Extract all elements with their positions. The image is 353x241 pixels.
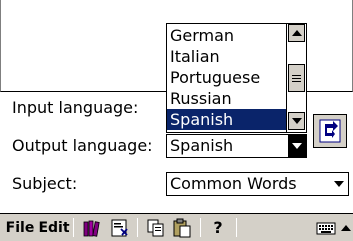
list-scrollbar[interactable] xyxy=(286,24,306,132)
books-button[interactable] xyxy=(80,214,104,241)
up-arrow-icon xyxy=(341,224,351,231)
books-icon xyxy=(83,220,100,237)
swap-languages-button[interactable] xyxy=(313,114,347,148)
help-button[interactable]: ? xyxy=(206,214,230,241)
file-menu[interactable]: File xyxy=(4,214,36,241)
subject-select[interactable]: Common Words xyxy=(166,172,349,196)
input-language-dropdown-list[interactable]: German Italian Portuguese Russian Spanis… xyxy=(166,23,307,133)
keyboard-icon xyxy=(316,222,336,234)
input-panel-toggle[interactable] xyxy=(340,214,352,241)
output-language-label: Output language: xyxy=(12,136,153,155)
keyboard-button[interactable] xyxy=(314,214,338,241)
output-language-value: Spanish xyxy=(170,136,234,155)
chevron-down-icon[interactable] xyxy=(330,173,348,195)
subject-label: Subject: xyxy=(12,174,78,193)
properties-button[interactable] xyxy=(108,214,132,241)
properties-icon xyxy=(111,219,128,236)
chevron-down-icon[interactable] xyxy=(288,135,306,157)
input-language-label: Input language: xyxy=(12,98,139,117)
subject-value: Common Words xyxy=(170,174,297,193)
scroll-down-button[interactable] xyxy=(288,112,305,130)
edit-menu[interactable]: Edit xyxy=(38,214,70,241)
paste-icon xyxy=(173,218,191,237)
list-item[interactable]: Portuguese xyxy=(167,67,286,88)
swap-arrow-icon xyxy=(319,119,341,143)
copy-button[interactable] xyxy=(144,214,168,241)
scroll-down-icon xyxy=(291,118,302,124)
list-item[interactable]: German xyxy=(167,25,286,46)
paste-button[interactable] xyxy=(170,214,194,241)
output-language-select[interactable]: Spanish xyxy=(166,134,307,158)
scroll-thumb[interactable] xyxy=(288,64,305,92)
list-item[interactable]: Russian xyxy=(167,88,286,109)
command-bar: File Edit ? xyxy=(0,213,353,241)
copy-icon xyxy=(147,219,164,236)
scroll-up-icon xyxy=(291,30,302,36)
list-item-selected[interactable]: Spanish xyxy=(167,109,286,130)
list-item[interactable]: Italian xyxy=(167,46,286,67)
scroll-up-button[interactable] xyxy=(288,24,305,42)
